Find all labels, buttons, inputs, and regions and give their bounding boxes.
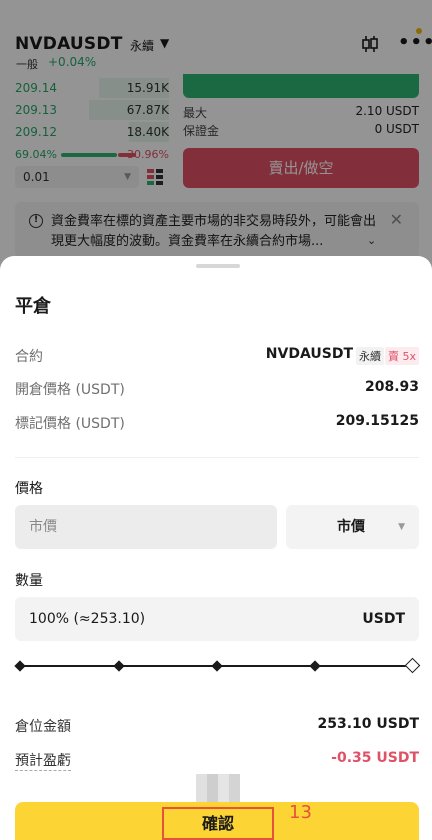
confirm-button-label[interactable]: 確認 <box>162 807 274 840</box>
est-pnl-label[interactable]: 預計盈虧 <box>15 750 71 771</box>
price-type-select[interactable]: 市價 ▼ <box>286 505 419 549</box>
price-input[interactable]: 市價 <box>15 505 277 549</box>
sheet-handle[interactable] <box>196 264 240 268</box>
contract-value: NVDAUSDT <box>265 346 353 362</box>
slider-mark-0[interactable] <box>14 660 26 672</box>
quantity-input[interactable]: 100% (≈253.10) USDT <box>15 597 419 641</box>
position-value: 253.10 USDT <box>317 716 419 732</box>
mark-price-row: 標記價格 (USDT) 209.15125 <box>15 413 419 433</box>
open-price-row: 開倉價格 (USDT) 208.93 <box>15 379 419 399</box>
quantity-label: 數量 <box>15 573 43 589</box>
leverage-badge: 賣 5x <box>384 347 419 365</box>
contract-row: 合約 NVDAUSDT 永續 賣 5x <box>15 346 419 366</box>
quantity-unit[interactable]: USDT <box>362 597 405 641</box>
sheet-title: 平倉 <box>15 296 51 317</box>
annotation-number: 13 <box>289 802 312 823</box>
slider-mark-50[interactable] <box>211 660 223 672</box>
est-pnl-row: 預計盈虧 -0.35 USDT <box>15 750 419 771</box>
quantity-slider[interactable] <box>14 656 421 676</box>
slider-mark-25[interactable] <box>113 660 125 672</box>
divider <box>15 457 419 458</box>
pixelated-image <box>196 774 240 804</box>
open-price-value: 208.93 <box>364 379 419 395</box>
caret-down-icon: ▼ <box>398 522 405 532</box>
slider-handle[interactable] <box>404 657 421 674</box>
position-value-row: 倉位金額 253.10 USDT <box>15 716 419 736</box>
contract-label: 合約 <box>15 349 43 365</box>
contract-type-badge: 永續 <box>356 347 384 365</box>
position-value-label: 倉位金額 <box>15 719 71 735</box>
price-type-value: 市價 <box>337 519 365 535</box>
close-position-sheet: 平倉 合約 NVDAUSDT 永續 賣 5x 開倉價格 (USDT) 208.9… <box>0 256 432 840</box>
quantity-value: 100% (≈253.10) <box>29 611 146 627</box>
mark-price-value: 209.15125 <box>335 413 419 429</box>
slider-mark-75[interactable] <box>309 660 321 672</box>
mark-price-label: 標記價格 (USDT) <box>15 416 125 432</box>
price-label: 價格 <box>15 481 43 497</box>
open-price-label: 開倉價格 (USDT) <box>15 382 125 398</box>
est-pnl-value: -0.35 USDT <box>331 750 419 766</box>
